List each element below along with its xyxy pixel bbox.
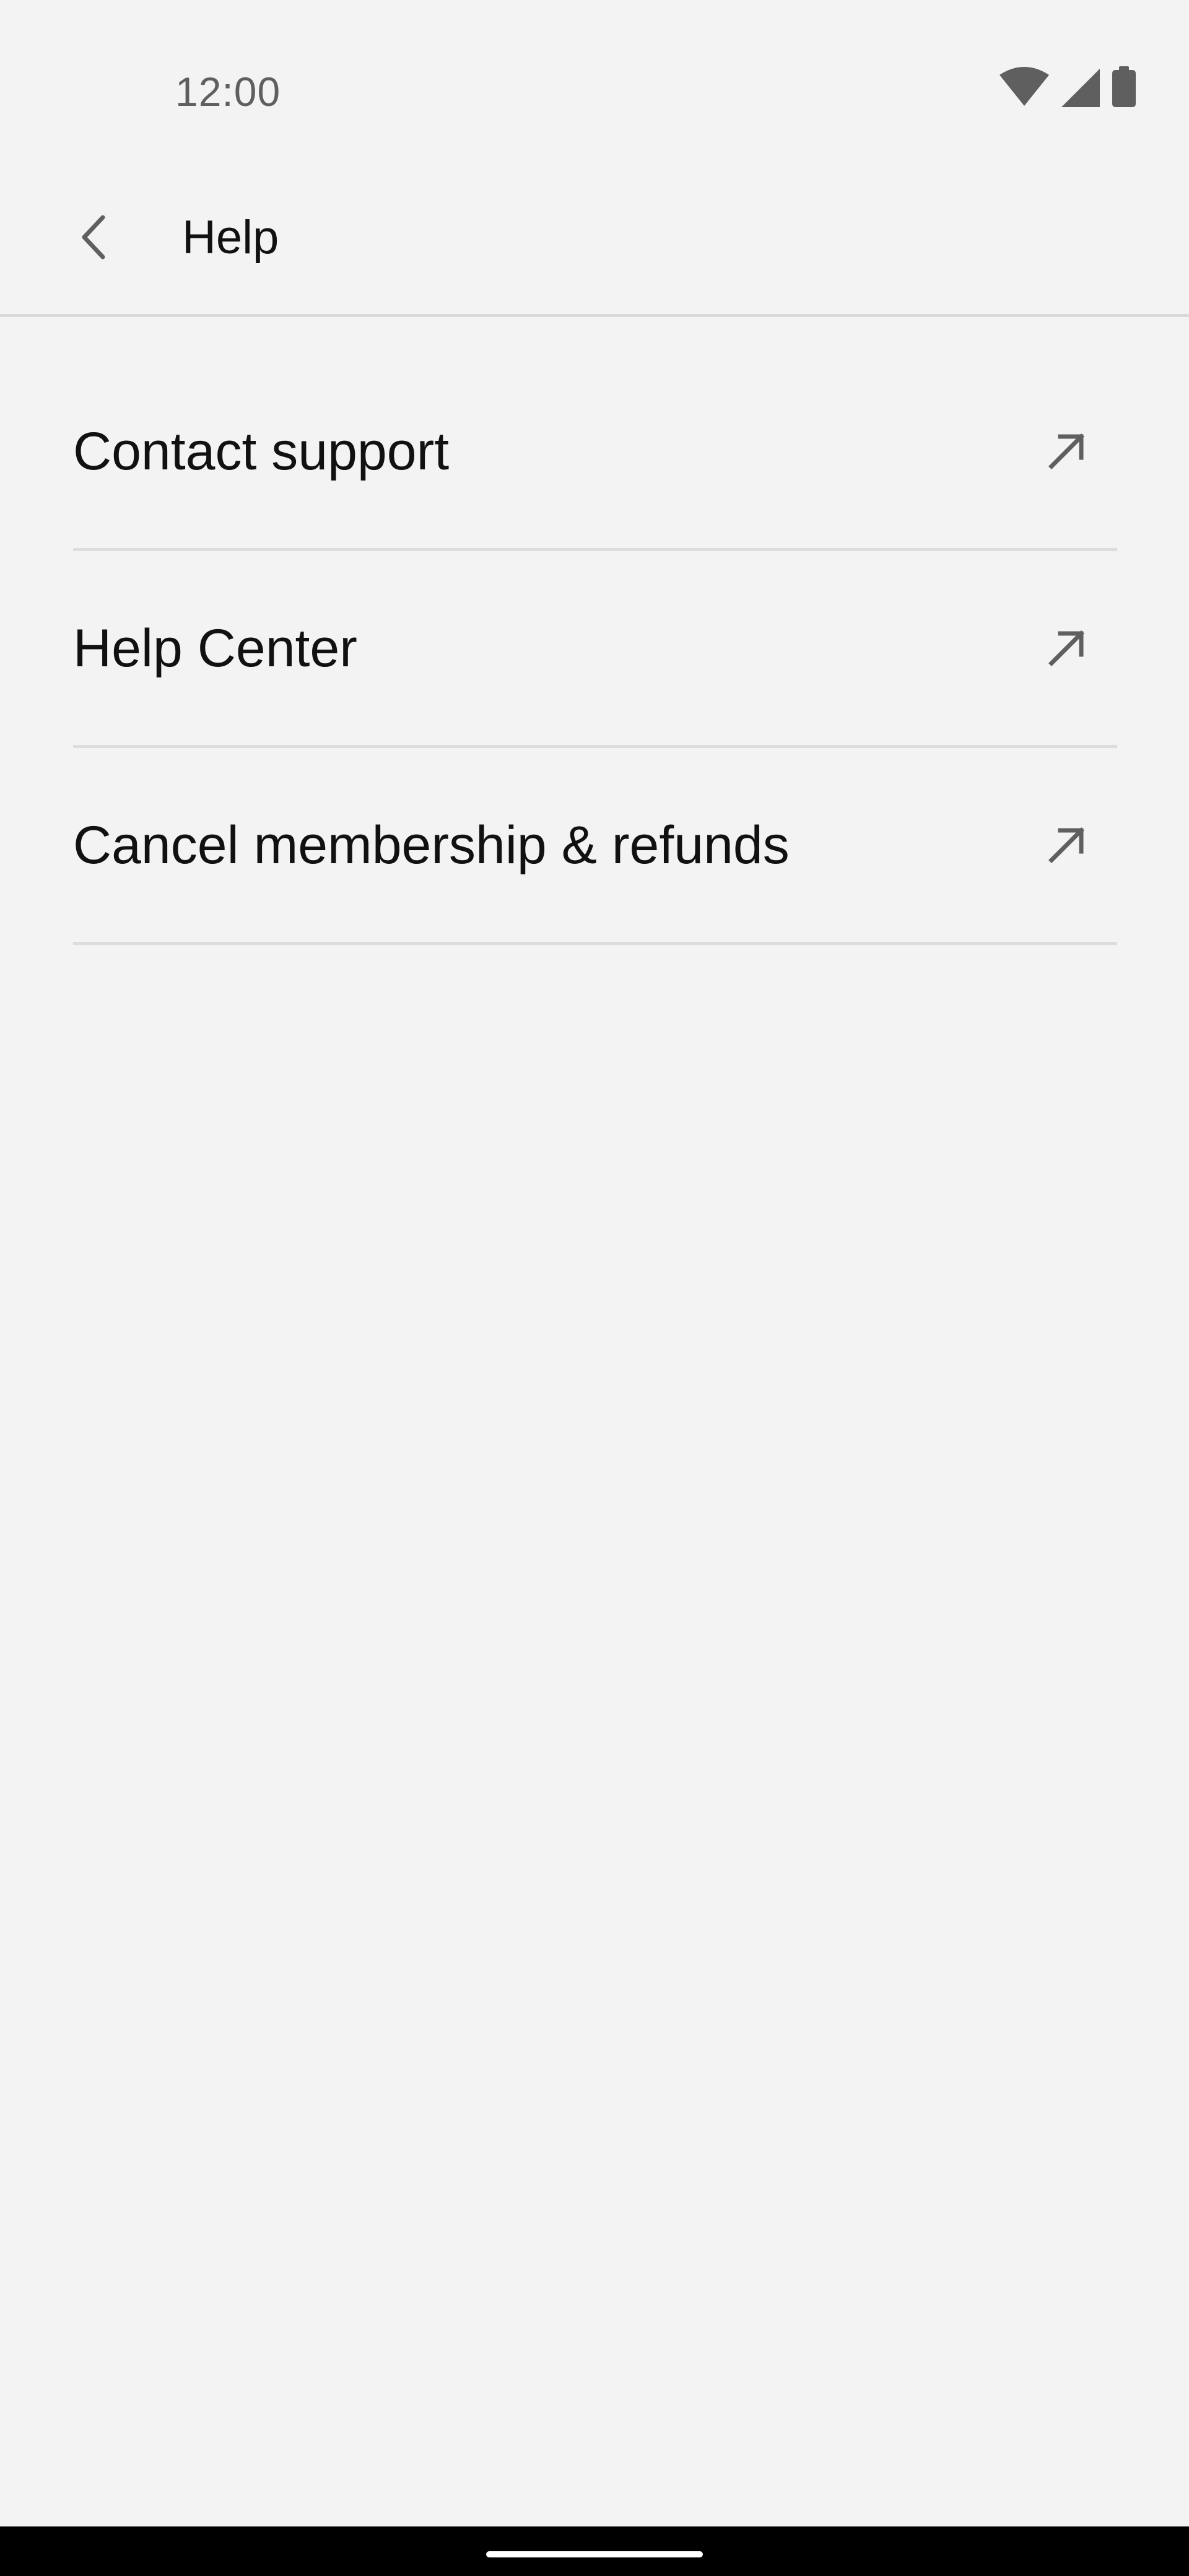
status-bar: 12:00 [0,0,1189,180]
chevron-left-icon [79,215,107,263]
menu-item-label: Contact support [73,421,450,481]
menu-item-contact-support[interactable]: Contact support [73,354,1117,551]
menu-item-help-center[interactable]: Help Center [73,551,1117,748]
status-icons [1000,66,1136,110]
menu-item-cancel-membership-refunds[interactable]: Cancel membership & refunds [73,748,1117,945]
external-link-arrow-icon [1048,433,1085,470]
menu-item-label: Help Center [73,618,357,678]
external-link-arrow-icon [1048,630,1085,667]
battery-icon [1112,66,1136,110]
page-title: Help [182,211,279,264]
navigation-bar [0,2526,1189,2576]
home-indicator[interactable] [486,2551,703,2557]
help-menu-list: Contact support Help Center Cancel membe… [73,354,1117,945]
back-button[interactable] [62,204,124,272]
status-time: 12:00 [175,69,281,115]
cellular-signal-icon [1061,69,1100,110]
wifi-icon [1000,66,1049,110]
menu-item-label: Cancel membership & refunds [73,815,790,875]
app-bar: Help [0,180,1189,317]
external-link-arrow-icon [1048,827,1085,864]
